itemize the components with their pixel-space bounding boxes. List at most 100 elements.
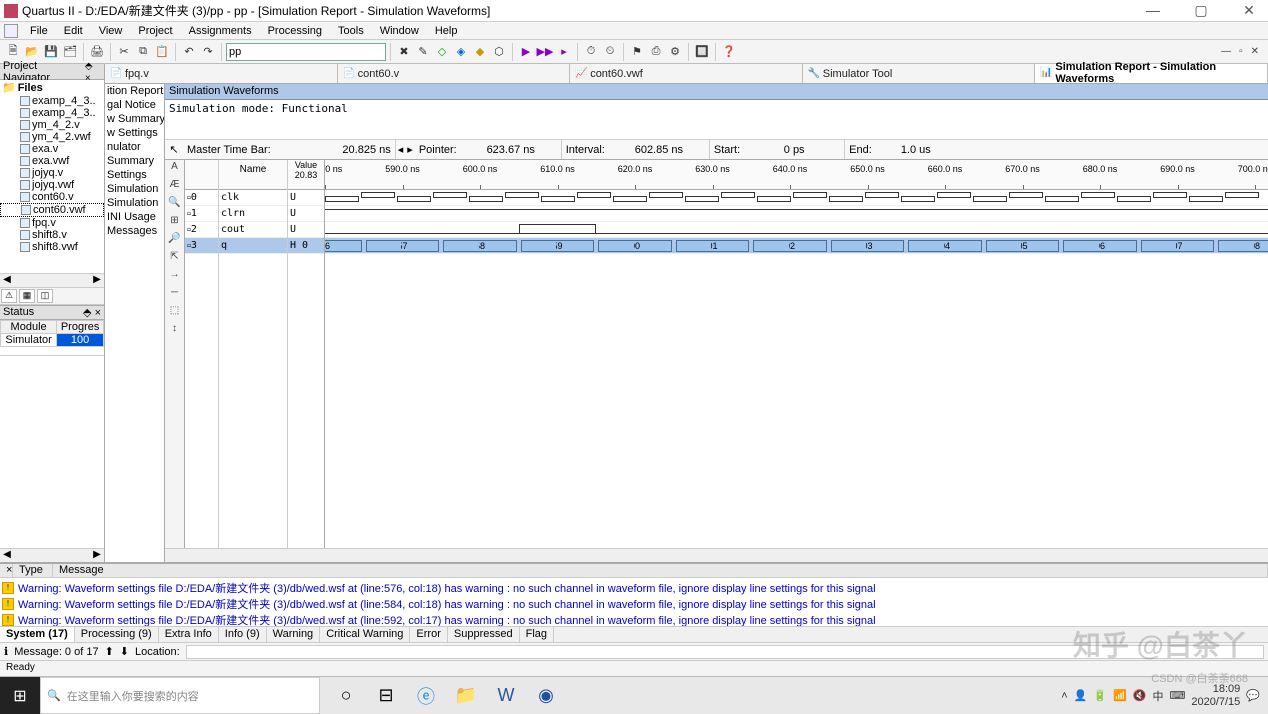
menu-edit[interactable]: Edit bbox=[56, 24, 91, 38]
cursor-icon[interactable]: ↖ bbox=[165, 143, 183, 156]
file-node[interactable]: shift8.v bbox=[0, 229, 104, 241]
report-item[interactable]: Settings bbox=[105, 168, 164, 182]
tool-icon-2[interactable]: ✎ bbox=[414, 43, 432, 61]
message-tab[interactable]: Extra Info bbox=[159, 627, 219, 642]
messages-list[interactable]: !Warning: Waveform settings file D:/EDA/… bbox=[0, 578, 1268, 626]
run-icon[interactable]: ▶ bbox=[517, 43, 535, 61]
message-tab[interactable]: Flag bbox=[520, 627, 554, 642]
signal-index[interactable]: ▫1 bbox=[185, 206, 218, 222]
document-tab[interactable]: 📄fpq.v bbox=[105, 64, 338, 83]
timer-icon[interactable]: ⏱ bbox=[582, 43, 600, 61]
help-icon[interactable]: ❓ bbox=[720, 43, 738, 61]
file-node[interactable]: exa.vwf bbox=[0, 155, 104, 167]
taskview-icon[interactable]: ⊟ bbox=[368, 681, 404, 711]
taskbar-search[interactable]: 🔍 在这里输入你要搜索的内容 bbox=[40, 677, 320, 714]
tray-clock[interactable]: 18:092020/7/15 bbox=[1191, 683, 1240, 707]
document-tab[interactable]: 📊Simulation Report - Simulation Waveform… bbox=[1035, 64, 1268, 83]
explorer-icon[interactable]: 📁 bbox=[448, 681, 484, 711]
file-tree[interactable]: 📁Files examp_4_3..examp_4_3..ym_4_2.vym_… bbox=[0, 80, 104, 273]
saveall-icon[interactable]: 🗂 bbox=[61, 43, 79, 61]
wave-tool-zoomfull-icon[interactable]: ⊞ bbox=[166, 215, 184, 231]
nav-tab-3[interactable]: ◫ bbox=[37, 289, 53, 303]
signal-index[interactable]: ▫0 bbox=[185, 190, 218, 206]
wave-tool-collapse-icon[interactable]: ⇱ bbox=[166, 251, 184, 267]
tray-up-icon[interactable]: ˄ bbox=[1061, 690, 1067, 702]
report-tree[interactable]: ition Reportgal Noticew Summaryw Setting… bbox=[105, 84, 165, 562]
status-close-icon[interactable]: × bbox=[95, 307, 101, 319]
doc-close-button[interactable]: ✕ bbox=[1248, 46, 1262, 57]
save-icon[interactable]: 💾 bbox=[42, 43, 60, 61]
message-tab[interactable]: System (17) bbox=[0, 627, 75, 642]
signal-index[interactable]: ▫3 bbox=[185, 238, 218, 254]
word-icon[interactable]: W bbox=[488, 681, 524, 711]
tray-battery-icon[interactable]: 🔋 bbox=[1093, 689, 1107, 702]
message-tab[interactable]: Error bbox=[410, 627, 447, 642]
board-icon[interactable]: 🔲 bbox=[693, 43, 711, 61]
status-pin-icon[interactable]: ⬘ bbox=[83, 307, 91, 319]
nav-tab-1[interactable]: ⚠ bbox=[1, 289, 17, 303]
message-tab[interactable]: Critical Warning bbox=[320, 627, 410, 642]
report-item[interactable]: INI Usage bbox=[105, 210, 164, 224]
menu-window[interactable]: Window bbox=[372, 24, 427, 38]
flag-icon[interactable]: ⚑ bbox=[628, 43, 646, 61]
doc-restore-button[interactable]: ▫ bbox=[1236, 46, 1246, 57]
open-icon[interactable]: 📂 bbox=[23, 43, 41, 61]
waveform-hscroll[interactable] bbox=[165, 548, 1268, 562]
report-item[interactable]: ition Report bbox=[105, 84, 164, 98]
report-item[interactable]: Messages bbox=[105, 224, 164, 238]
doc-minimize-button[interactable]: — bbox=[1218, 46, 1234, 57]
signal-index[interactable]: ▫2 bbox=[185, 222, 218, 238]
menu-project[interactable]: Project bbox=[130, 24, 180, 38]
step-right-icon[interactable]: ▸ bbox=[405, 143, 415, 156]
wave-tool-sort-icon[interactable]: ↕ bbox=[166, 323, 184, 339]
tool-icon-3[interactable]: ◇ bbox=[433, 43, 451, 61]
step-icon[interactable]: ▸ bbox=[555, 43, 573, 61]
waveform-canvas[interactable]: 580.0 ns590.0 ns600.0 ns610.0 ns620.0 ns… bbox=[325, 160, 1268, 548]
new-icon[interactable]: 🗎 bbox=[4, 43, 22, 61]
file-node[interactable]: jojyq.vwf bbox=[0, 179, 104, 191]
file-node[interactable]: ym_4_2.vwf bbox=[0, 131, 104, 143]
undo-icon[interactable]: ↶ bbox=[180, 43, 198, 61]
nav-tab-2[interactable]: ▦ bbox=[19, 289, 35, 303]
maximize-button[interactable]: ▢ bbox=[1186, 2, 1216, 19]
cortana-icon[interactable]: ○ bbox=[328, 681, 364, 711]
redo-icon[interactable]: ↷ bbox=[199, 43, 217, 61]
start-button[interactable]: ⊞ bbox=[0, 677, 40, 714]
menu-processing[interactable]: Processing bbox=[260, 24, 330, 38]
report-item[interactable]: gal Notice bbox=[105, 98, 164, 112]
menu-file[interactable]: File bbox=[22, 24, 56, 38]
document-tab[interactable]: 📄cont60.v bbox=[338, 64, 571, 83]
file-node[interactable]: ym_4_2.v bbox=[0, 119, 104, 131]
tool-icon-1[interactable]: ✖ bbox=[395, 43, 413, 61]
msg-close-icon[interactable]: × bbox=[0, 564, 13, 577]
minimize-button[interactable]: — bbox=[1138, 2, 1168, 19]
menu-assignments[interactable]: Assignments bbox=[181, 24, 260, 38]
signal-name[interactable]: q bbox=[219, 238, 287, 254]
close-button[interactable]: ✕ bbox=[1234, 2, 1264, 19]
left-hscroll[interactable]: ◀▶ bbox=[0, 548, 104, 562]
file-node[interactable]: shift8.vwf bbox=[0, 241, 104, 253]
message-line[interactable]: !Warning: Waveform settings file D:/EDA/… bbox=[2, 596, 1266, 612]
message-tab[interactable]: Processing (9) bbox=[75, 627, 159, 642]
wave-tool-zoomin-icon[interactable]: 🔍 bbox=[166, 197, 184, 213]
tray-people-icon[interactable]: 👤 bbox=[1074, 689, 1088, 702]
file-node[interactable]: cont60.v bbox=[0, 191, 104, 203]
message-tab[interactable]: Warning bbox=[267, 627, 321, 642]
file-node[interactable]: jojyq.v bbox=[0, 167, 104, 179]
cut-icon[interactable]: ✂ bbox=[115, 43, 133, 61]
signal-name[interactable]: clrn bbox=[219, 206, 287, 222]
location-field[interactable] bbox=[186, 645, 1264, 659]
msg-down-icon[interactable]: ⬇ bbox=[120, 645, 129, 658]
run2-icon[interactable]: ▶▶ bbox=[536, 43, 554, 61]
panel-pin-icon[interactable]: ⬘ bbox=[85, 61, 93, 72]
wave-tool-zoom-icon[interactable]: Æ bbox=[166, 179, 184, 195]
file-node[interactable]: examp_4_3.. bbox=[0, 95, 104, 107]
file-node[interactable]: exa.v bbox=[0, 143, 104, 155]
copy-icon[interactable]: ⧉ bbox=[134, 43, 152, 61]
paste-icon[interactable]: 📋 bbox=[153, 43, 171, 61]
document-tab[interactable]: 📈cont60.vwf bbox=[570, 64, 803, 83]
message-tab[interactable]: Info (9) bbox=[219, 627, 267, 642]
gear-icon[interactable]: ⚙ bbox=[666, 43, 684, 61]
report-item[interactable]: Summary bbox=[105, 154, 164, 168]
tool-icon-6[interactable]: ⬡ bbox=[490, 43, 508, 61]
